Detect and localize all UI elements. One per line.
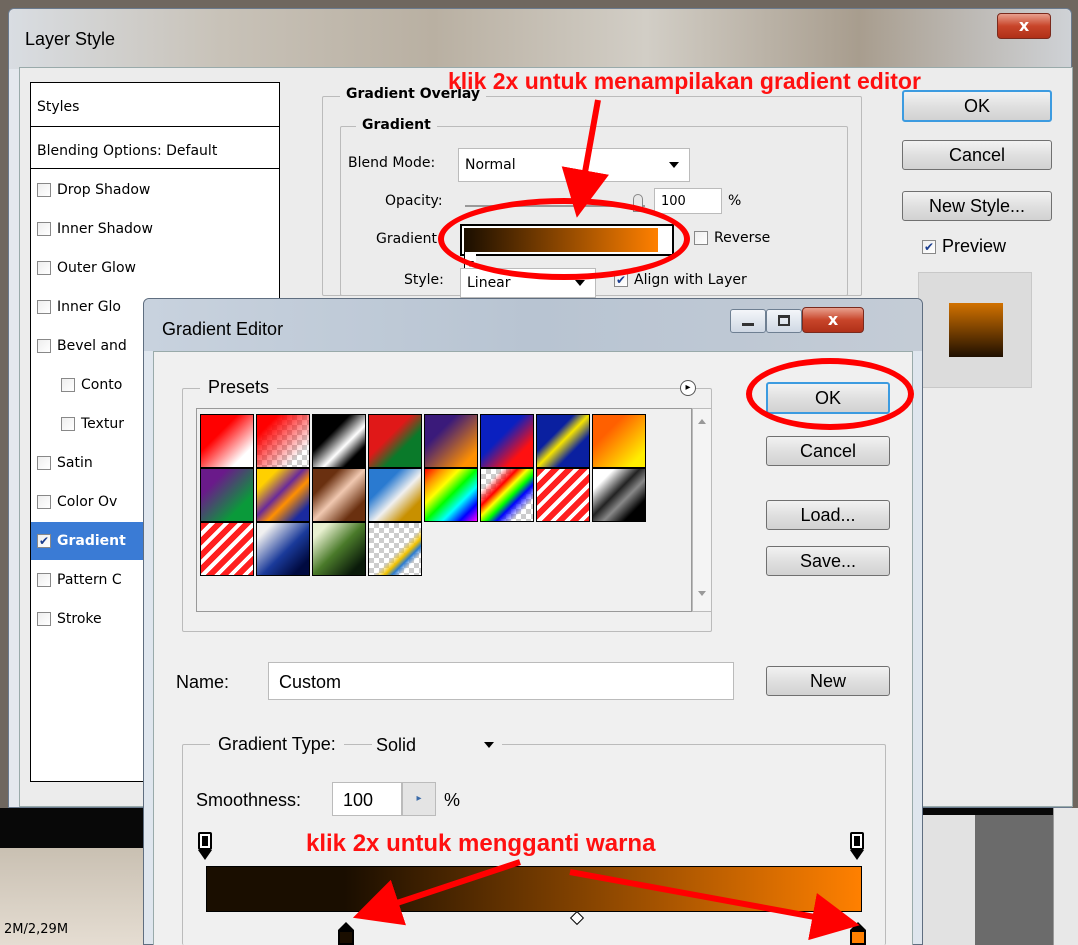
annotation-arrows: [352, 99, 860, 941]
arrow-to-right-stop: [569, 869, 860, 941]
arrow-to-left-stop: [352, 859, 521, 926]
arrow-to-gradient-picker: [561, 99, 609, 218]
